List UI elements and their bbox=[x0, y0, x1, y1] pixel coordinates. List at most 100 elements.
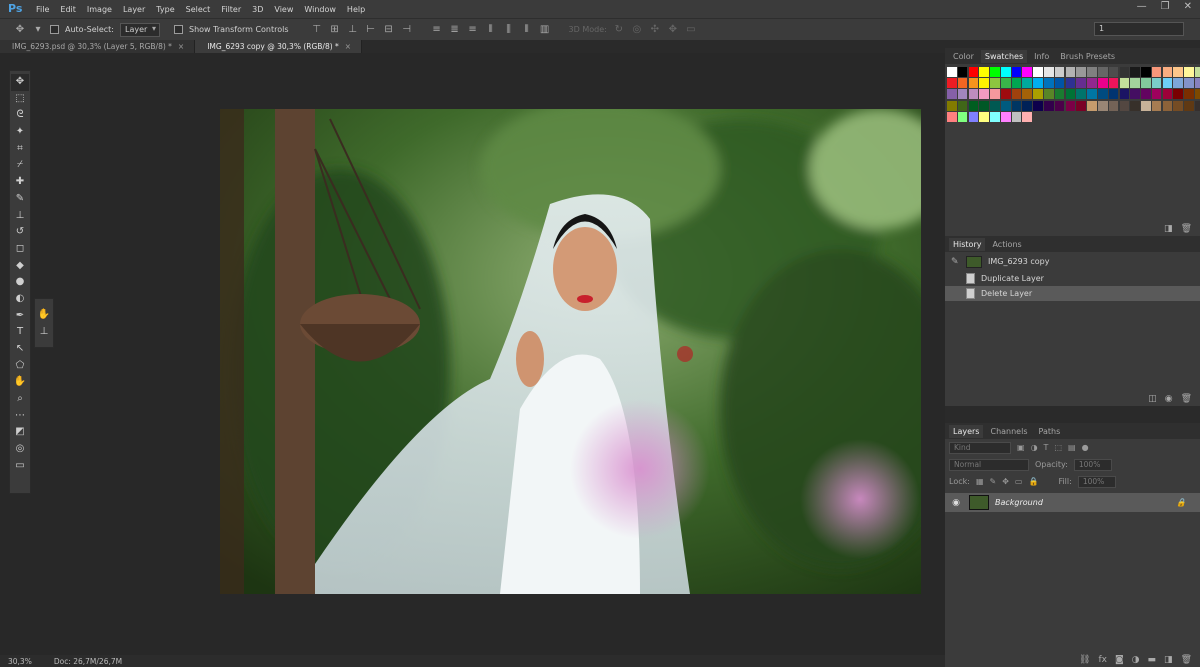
swatch[interactable] bbox=[1022, 78, 1033, 89]
swatch[interactable] bbox=[1000, 67, 1011, 77]
menu-3d[interactable]: 3D bbox=[248, 5, 270, 14]
swatch[interactable] bbox=[990, 111, 1000, 122]
swatch[interactable] bbox=[1130, 89, 1140, 100]
3d-scale-icon[interactable]: ▭ bbox=[685, 24, 697, 36]
auto-select-dropdown[interactable]: Layer bbox=[119, 22, 160, 37]
swatch[interactable] bbox=[1097, 89, 1108, 100]
eye-icon[interactable]: ◉ bbox=[949, 498, 963, 508]
swatch[interactable] bbox=[990, 100, 1000, 111]
swatch[interactable] bbox=[990, 89, 1000, 100]
swatch[interactable] bbox=[1151, 67, 1162, 77]
swatch[interactable] bbox=[1054, 67, 1065, 77]
3d-slide-icon[interactable]: ✥ bbox=[667, 24, 679, 36]
3d-roll-icon[interactable]: ◎ bbox=[631, 24, 643, 36]
swatch[interactable] bbox=[1065, 89, 1076, 100]
swatch[interactable] bbox=[1000, 100, 1011, 111]
clone-stamp-icon[interactable]: ⊥ bbox=[11, 208, 29, 225]
menu-help[interactable]: Help bbox=[343, 5, 372, 14]
close-icon[interactable]: × bbox=[178, 42, 184, 51]
swatch[interactable] bbox=[1044, 89, 1054, 100]
swatch[interactable] bbox=[957, 89, 968, 100]
swatch[interactable] bbox=[1011, 100, 1022, 111]
close-icon[interactable]: ✕ bbox=[1184, 1, 1192, 12]
swatch[interactable] bbox=[1108, 100, 1119, 111]
swatch[interactable] bbox=[1119, 78, 1130, 89]
swatch[interactable] bbox=[1087, 67, 1097, 77]
swatch[interactable] bbox=[1194, 67, 1200, 77]
tab-channels[interactable]: Channels bbox=[986, 425, 1031, 438]
tab-layers[interactable]: Layers bbox=[949, 424, 984, 438]
swatch[interactable] bbox=[1184, 78, 1194, 89]
align-left-icon[interactable]: ⊢ bbox=[365, 24, 377, 36]
lock-pixels-icon[interactable]: ✎ bbox=[990, 477, 997, 486]
more-tools-icon[interactable]: ⋯ bbox=[11, 408, 29, 425]
3d-drag-icon[interactable]: ✣ bbox=[649, 24, 661, 36]
swatch[interactable] bbox=[1033, 67, 1043, 77]
screen-mode-icon[interactable]: ▭ bbox=[11, 458, 29, 475]
swatch[interactable] bbox=[1000, 89, 1011, 100]
swatch[interactable] bbox=[1194, 89, 1200, 100]
swatch[interactable] bbox=[947, 67, 957, 77]
layer-name[interactable]: Background bbox=[995, 498, 1043, 507]
swatch[interactable] bbox=[1119, 100, 1130, 111]
doc-tab-psd[interactable]: IMG_6293.psd @ 30,3% (Layer 5, RGB/8) * × bbox=[0, 40, 196, 53]
swatch[interactable] bbox=[1151, 78, 1162, 89]
swatch[interactable] bbox=[1044, 78, 1054, 89]
tab-history[interactable]: History bbox=[949, 237, 986, 251]
swatch[interactable] bbox=[1087, 100, 1097, 111]
swatch[interactable] bbox=[1022, 89, 1033, 100]
paint-bucket-icon[interactable]: ◆ bbox=[11, 258, 29, 275]
align-vcenter-icon[interactable]: ⊞ bbox=[329, 24, 341, 36]
swatch[interactable] bbox=[1033, 78, 1043, 89]
swatch[interactable] bbox=[947, 78, 957, 89]
blend-mode-select[interactable]: Normal bbox=[949, 458, 1029, 471]
hand-icon[interactable]: ✋ bbox=[11, 374, 29, 391]
auto-select-checkbox[interactable] bbox=[50, 25, 59, 34]
stamp-icon[interactable]: ⊥ bbox=[40, 326, 49, 337]
swatch[interactable] bbox=[990, 78, 1000, 89]
filter-smart-icon[interactable]: ▤ bbox=[1068, 443, 1076, 452]
swatch[interactable] bbox=[1194, 100, 1200, 111]
history-item-active[interactable]: Delete Layer bbox=[945, 286, 1200, 301]
swatch[interactable] bbox=[1011, 78, 1022, 89]
swatch[interactable] bbox=[1076, 100, 1086, 111]
swatch[interactable] bbox=[947, 111, 957, 122]
filter-shape-icon[interactable]: ⬚ bbox=[1054, 443, 1062, 452]
swatch[interactable] bbox=[1162, 67, 1173, 77]
tab-brush-presets[interactable]: Brush Presets bbox=[1056, 50, 1119, 63]
history-brush-icon[interactable]: ↺ bbox=[11, 224, 29, 241]
tab-actions[interactable]: Actions bbox=[988, 238, 1025, 251]
distribute-bottom-icon[interactable]: ≡ bbox=[467, 24, 479, 36]
new-swatch-icon[interactable]: ◨ bbox=[1164, 224, 1173, 234]
distribute-left-icon[interactable]: ⦀ bbox=[485, 24, 497, 36]
adjustment-icon[interactable]: ◑ bbox=[1132, 655, 1140, 665]
swatch[interactable] bbox=[957, 78, 968, 89]
swatch[interactable] bbox=[1087, 89, 1097, 100]
history-brush-icon[interactable]: ✎ bbox=[951, 257, 960, 267]
swatch[interactable] bbox=[1022, 111, 1033, 122]
trash-icon[interactable]: 🗑 bbox=[1181, 224, 1192, 234]
swatch[interactable] bbox=[1000, 78, 1011, 89]
3d-rotate-icon[interactable]: ↻ bbox=[613, 24, 625, 36]
swatch[interactable] bbox=[1076, 78, 1086, 89]
swatch[interactable] bbox=[1162, 89, 1173, 100]
menu-edit[interactable]: Edit bbox=[56, 5, 83, 14]
swatch[interactable] bbox=[1108, 78, 1119, 89]
swatch[interactable] bbox=[1141, 78, 1151, 89]
menu-file[interactable]: File bbox=[32, 5, 56, 14]
fx-icon[interactable]: fx bbox=[1098, 655, 1107, 665]
swatch[interactable] bbox=[1033, 100, 1043, 111]
swatch[interactable] bbox=[1130, 100, 1140, 111]
move-icon[interactable]: ✥ bbox=[11, 74, 29, 91]
swatch[interactable] bbox=[1184, 67, 1194, 77]
swatch[interactable] bbox=[1076, 67, 1086, 77]
show-transform-checkbox[interactable] bbox=[173, 25, 183, 34]
trash-icon[interactable]: 🗑 bbox=[1181, 655, 1192, 665]
swatch[interactable] bbox=[1054, 100, 1065, 111]
puppet-warp-icon[interactable]: ✋ bbox=[38, 309, 50, 320]
link-icon[interactable]: ⛓ bbox=[1079, 655, 1090, 665]
swatch[interactable] bbox=[1130, 67, 1140, 77]
swatch[interactable] bbox=[968, 78, 979, 89]
swatch[interactable] bbox=[1108, 67, 1119, 77]
history-snapshot[interactable]: ✎ IMG_6293 copy bbox=[945, 254, 1200, 269]
